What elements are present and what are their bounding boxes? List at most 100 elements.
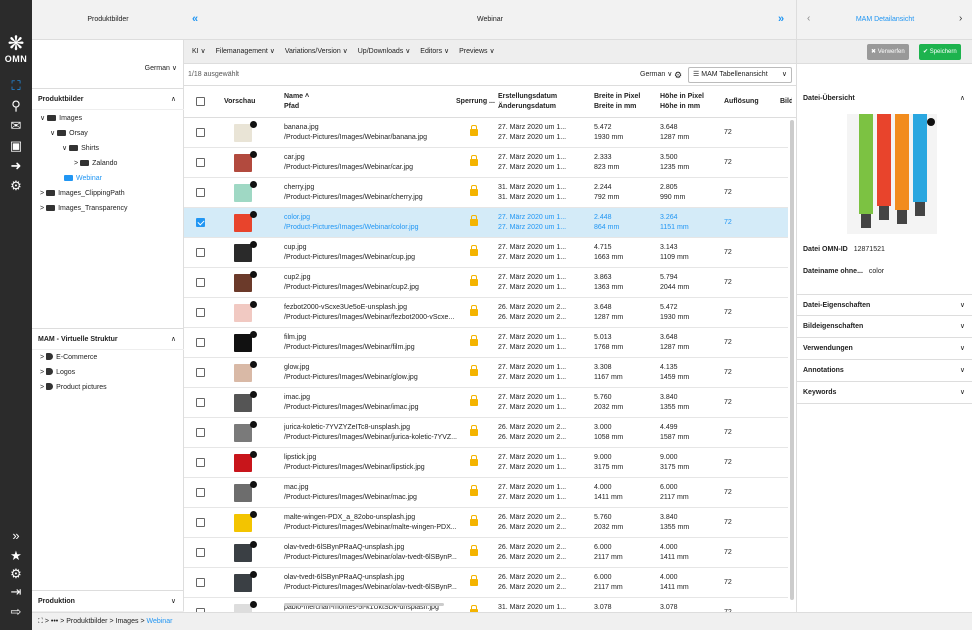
section-usages[interactable]: Verwendungen ∨: [797, 338, 972, 360]
lock-icon[interactable]: [470, 155, 478, 166]
select-all-checkbox[interactable]: [196, 97, 205, 106]
gear-icon[interactable]: ⚙: [674, 64, 682, 86]
col-preview[interactable]: Vorschau: [224, 97, 255, 107]
thumbnail-badge-icon[interactable]: [250, 511, 257, 518]
chevron-down-icon[interactable]: ∨: [171, 591, 176, 613]
row-checkbox[interactable]: [196, 188, 205, 197]
arrow-right-icon[interactable]: ➜: [0, 158, 32, 174]
lock-icon[interactable]: [470, 335, 478, 346]
breadcrumb-item-images[interactable]: Images: [116, 618, 139, 625]
table-row[interactable]: cup.jpg/Product-Pictures/Images/Webinar/…: [184, 238, 788, 268]
table-row[interactable]: malte-wingen-PDX_a_82obo-unsplash.jpg/Pr…: [184, 508, 788, 538]
row-checkbox[interactable]: [196, 398, 205, 407]
thumbnail-badge-icon[interactable]: [250, 391, 257, 398]
expand-right-icon[interactable]: »: [778, 13, 784, 25]
row-checkbox[interactable]: [196, 518, 205, 527]
chevron-icon[interactable]: >: [40, 190, 44, 197]
horizontal-scrollbar[interactable]: [284, 603, 444, 606]
chevron-down-icon[interactable]: ∨: [960, 338, 965, 360]
thumbnail-badge-icon[interactable]: [250, 481, 257, 488]
col-resolution[interactable]: Auflösung: [724, 97, 759, 107]
chevron-right-icon[interactable]: >: [40, 354, 44, 361]
left-language-select[interactable]: German ∨: [145, 64, 177, 72]
thumbnail-badge-icon[interactable]: [250, 451, 257, 458]
tree-item-logos[interactable]: > Logos: [40, 367, 75, 379]
breadcrumb-current[interactable]: Webinar: [146, 618, 172, 625]
thumbnail-badge-icon[interactable]: [250, 571, 257, 578]
row-checkbox[interactable]: [196, 458, 205, 467]
vertical-scrollbar[interactable]: [790, 120, 794, 600]
lock-icon[interactable]: [470, 575, 478, 586]
breadcrumb-item-produktbilder[interactable]: Produktbilder: [66, 618, 107, 625]
thumbnail-badge-icon[interactable]: [250, 541, 257, 548]
exit-icon[interactable]: ⇨: [0, 604, 32, 620]
col-width[interactable]: Breite in Pixel Breite in mm: [594, 92, 640, 112]
tree-item-orsay[interactable]: ∨ Orsay: [50, 128, 88, 140]
collapse-left-icon[interactable]: «: [192, 13, 198, 25]
menu-previews[interactable]: Previews ∨: [459, 48, 494, 55]
discard-button[interactable]: ✖ Verwerfen: [867, 44, 909, 60]
lock-icon[interactable]: [470, 215, 478, 226]
breadcrumb-more[interactable]: •••: [51, 618, 58, 625]
chevron-down-icon[interactable]: ∨: [960, 360, 965, 382]
prev-icon[interactable]: ‹: [807, 13, 810, 24]
lock-icon[interactable]: [470, 395, 478, 406]
row-checkbox[interactable]: [196, 278, 205, 287]
hierarchy-icon[interactable]: ⛶: [38, 618, 43, 625]
chevron-down-icon[interactable]: ∨: [960, 382, 965, 404]
section-image-properties[interactable]: Bildeigenschaften ∨: [797, 316, 972, 338]
gear-icon[interactable]: ⚙: [0, 566, 32, 582]
logout-icon[interactable]: ⇥: [0, 584, 32, 600]
section-annotations[interactable]: Annotations ∨: [797, 360, 972, 382]
star-icon[interactable]: ★: [0, 548, 32, 564]
col-name[interactable]: Name ˄ Pfad: [284, 92, 309, 112]
tree-item-images[interactable]: ∨ Images: [40, 113, 82, 125]
menu-editors[interactable]: Editors ∨: [420, 48, 449, 55]
thumbnail-badge-icon[interactable]: [250, 121, 257, 128]
lock-icon[interactable]: [470, 425, 478, 436]
col-dates[interactable]: Erstellungsdatum Änderungsdatum: [498, 92, 557, 112]
save-button[interactable]: ✔ Speichern: [919, 44, 961, 60]
section-produktbilder[interactable]: Produktbilder ∧: [32, 88, 184, 110]
section-keywords[interactable]: Keywords ∨: [797, 382, 972, 404]
chevron-down-icon[interactable]: ∨: [960, 295, 965, 317]
thumbnail-badge-icon[interactable]: [250, 151, 257, 158]
lock-icon[interactable]: [470, 275, 478, 286]
table-row[interactable]: olav-tvedt-6lSBynPRaAQ-unsplash.jpg/Prod…: [184, 568, 788, 598]
row-checkbox[interactable]: [196, 338, 205, 347]
chevron-icon[interactable]: ∨: [40, 115, 45, 122]
double-chevron-right-icon[interactable]: »: [0, 528, 32, 544]
chevron-icon[interactable]: >: [74, 160, 78, 167]
lock-icon[interactable]: [470, 545, 478, 556]
table-language-select[interactable]: German ∨: [640, 64, 672, 86]
table-row[interactable]: glow.jpg/Product-Pictures/Images/Webinar…: [184, 358, 788, 388]
table-row[interactable]: cherry.jpg/Product-Pictures/Images/Webin…: [184, 178, 788, 208]
lock-icon[interactable]: [470, 485, 478, 496]
row-checkbox[interactable]: [196, 548, 205, 557]
table-row[interactable]: car.jpg/Product-Pictures/Images/Webinar/…: [184, 148, 788, 178]
lock-icon[interactable]: [470, 305, 478, 316]
chevron-up-icon[interactable]: ∧: [171, 329, 176, 351]
gears-icon[interactable]: ⚙: [0, 178, 32, 194]
lock-icon[interactable]: [470, 515, 478, 526]
row-checkbox[interactable]: [196, 488, 205, 497]
tree-item-product-pictures[interactable]: > Product pictures: [40, 382, 107, 394]
thumbnail-badge-icon[interactable]: [250, 211, 257, 218]
thumbnail-badge-icon[interactable]: [250, 301, 257, 308]
tree-item-zalando[interactable]: > Zalando: [74, 158, 117, 170]
next-icon[interactable]: ›: [959, 13, 962, 24]
table-row[interactable]: film.jpg/Product-Pictures/Images/Webinar…: [184, 328, 788, 358]
chevron-right-icon[interactable]: >: [40, 369, 44, 376]
menu-filemanagement[interactable]: Filemanagement ∨: [216, 48, 275, 55]
thumbnail-badge-icon[interactable]: [250, 331, 257, 338]
table-row[interactable]: imac.jpg/Product-Pictures/Images/Webinar…: [184, 388, 788, 418]
section-file-overview[interactable]: Datei-Übersicht ∧: [797, 88, 972, 110]
chevron-down-icon[interactable]: ∨: [960, 316, 965, 338]
table-row[interactable]: mac.jpg/Product-Pictures/Images/Webinar/…: [184, 478, 788, 508]
omn-logo[interactable]: ❋ OMN: [0, 34, 32, 64]
row-checkbox[interactable]: [196, 218, 205, 227]
lock-icon[interactable]: [470, 125, 478, 136]
lock-icon[interactable]: [470, 185, 478, 196]
thumbnail-badge-icon[interactable]: [250, 601, 257, 608]
table-row[interactable]: cup2.jpg/Product-Pictures/Images/Webinar…: [184, 268, 788, 298]
